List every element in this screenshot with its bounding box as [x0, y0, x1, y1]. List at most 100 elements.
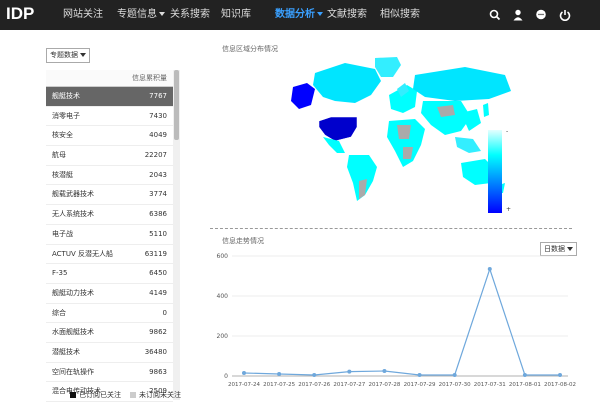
- table-row[interactable]: 核潜艇 2043: [46, 166, 173, 186]
- chevron-down-icon: [159, 12, 165, 16]
- map-russia[interactable]: [413, 67, 511, 101]
- map-greenland[interactable]: [375, 57, 401, 77]
- topic-name: 水面舰艇技术: [52, 328, 94, 337]
- scale-max-label: -: [506, 128, 509, 135]
- table-row[interactable]: 核安全 4049: [46, 126, 173, 147]
- x-tick-label: 2017-07-31: [474, 382, 506, 388]
- series-line: [243, 267, 560, 376]
- nav-topic-info[interactable]: 专题信息: [117, 0, 165, 30]
- topic-name: 消零电子: [52, 111, 80, 120]
- topic-data-dropdown[interactable]: 专题数据: [46, 48, 90, 63]
- map-canada[interactable]: [313, 63, 381, 103]
- user-icon[interactable]: [511, 8, 525, 22]
- table-row[interactable]: 综合 0: [46, 304, 173, 324]
- topic-name: 舰载武器技术: [52, 190, 94, 199]
- topic-name: 潜艇技术: [52, 347, 80, 356]
- section-divider: [210, 228, 572, 229]
- x-tick-label: 2017-08-02: [544, 382, 576, 388]
- data-point[interactable]: [558, 373, 562, 377]
- map-southeast-asia[interactable]: [455, 137, 481, 153]
- topic-table: 信息累积量 舰艇技术 7767 消零电子 7430 核安全 4049 航母 22207 核潜艇 2…: [46, 70, 173, 402]
- nav-similar-search[interactable]: 相似搜索: [380, 0, 420, 30]
- nav-knowledge-base[interactable]: 知识库: [221, 0, 251, 30]
- table-row[interactable]: ACTUV 反潜无人船 63119: [46, 245, 173, 265]
- world-map[interactable]: [285, 55, 515, 205]
- map-japan[interactable]: [483, 103, 489, 117]
- app-logo[interactable]: IDP: [6, 4, 34, 24]
- scrollbar-thumb[interactable]: [174, 70, 179, 140]
- topic-name: ACTUV 反潜无人船: [52, 249, 113, 258]
- table-row[interactable]: 电子战 5110: [46, 225, 173, 245]
- table-row[interactable]: 消零电子 7430: [46, 107, 173, 127]
- topic-count: 36480: [144, 347, 167, 356]
- topic-name: 核潜艇: [52, 170, 73, 179]
- chevron-down-icon: [80, 53, 86, 57]
- map-alaska[interactable]: [291, 83, 315, 109]
- y-tick-label: 200: [217, 333, 229, 340]
- nav-relation-search[interactable]: 关系搜索: [170, 0, 210, 30]
- column-header-accumulated: 信息累积量: [46, 70, 173, 87]
- map-color-scale: [488, 130, 502, 213]
- x-tick-label: 2017-07-30: [439, 382, 471, 388]
- trend-title: 信息走势情况: [222, 237, 264, 245]
- table-row[interactable]: 航母 22207: [46, 146, 173, 166]
- topic-count: 2043: [149, 170, 167, 179]
- top-nav-bar: IDP 网站关注 专题信息 关系搜索 知识库 数据分析 文献搜索 相似搜索: [0, 0, 600, 30]
- topic-name: F-35: [52, 269, 68, 278]
- topic-count: 7430: [149, 111, 167, 120]
- y-tick-label: 600: [217, 253, 229, 260]
- data-point[interactable]: [382, 369, 387, 373]
- data-point[interactable]: [312, 373, 317, 377]
- data-point[interactable]: [487, 267, 492, 271]
- data-point[interactable]: [417, 373, 422, 377]
- nav-data-analysis[interactable]: 数据分析: [275, 0, 323, 30]
- nav-website-follow[interactable]: 网站关注: [63, 0, 103, 30]
- table-row[interactable]: 潜艇技术 36480: [46, 343, 173, 363]
- x-tick-label: 2017-07-26: [298, 382, 330, 388]
- map-title: 信息区域分布情况: [222, 45, 278, 53]
- table-row[interactable]: 舰载武器技术 3774: [46, 185, 173, 206]
- topic-name: 舰艇动力技术: [52, 288, 94, 297]
- table-row[interactable]: F-35 6450: [46, 264, 173, 284]
- topic-count: 4049: [149, 131, 167, 140]
- topic-rows: 舰艇技术 7767 消零电子 7430 核安全 4049 航母 22207 核潜艇 2043 舰载武…: [46, 87, 173, 402]
- topic-name: 舰艇技术: [52, 92, 80, 100]
- legend-followed: 已订阅已关注: [70, 390, 121, 400]
- table-row[interactable]: 舰艇技术 7767: [46, 87, 173, 107]
- table-row[interactable]: 无人系统技术 6386: [46, 205, 173, 225]
- search-icon[interactable]: [488, 8, 502, 22]
- chat-icon[interactable]: [534, 8, 548, 22]
- data-point[interactable]: [277, 372, 282, 376]
- topic-count: 6386: [149, 210, 167, 219]
- map-usa[interactable]: [318, 116, 358, 142]
- topic-name: 电子战: [52, 229, 73, 238]
- legend-unfollowed: 未订阅未关注: [130, 390, 181, 400]
- topic-count: 7767: [149, 92, 167, 100]
- x-tick-label: 2017-07-25: [263, 382, 295, 388]
- topic-count: 9862: [149, 328, 167, 337]
- table-row[interactable]: 空间在轨操作 9863: [46, 363, 173, 383]
- topic-name: 核安全: [52, 131, 73, 140]
- data-point[interactable]: [522, 373, 527, 377]
- table-row[interactable]: 水面舰艇技术 9862: [46, 323, 173, 343]
- topic-count: 9863: [149, 367, 167, 376]
- topic-count: 5110: [149, 229, 167, 238]
- topic-count: 3774: [149, 190, 167, 199]
- nav-literature-search[interactable]: 文献搜索: [327, 0, 367, 30]
- legend-gray-swatch: [130, 392, 136, 398]
- data-point[interactable]: [452, 373, 457, 377]
- y-tick-label: 0: [224, 373, 228, 380]
- table-row[interactable]: 舰艇动力技术 4149: [46, 284, 173, 304]
- logout-icon[interactable]: [558, 8, 572, 22]
- table-scrollbar[interactable]: [173, 70, 180, 400]
- x-tick-label: 2017-07-29: [404, 382, 436, 388]
- data-point[interactable]: [347, 369, 352, 374]
- x-tick-label: 2017-08-01: [509, 382, 541, 388]
- x-tick-label: 2017-07-27: [333, 382, 365, 388]
- chevron-down-icon: [317, 12, 323, 16]
- trend-line-chart[interactable]: 0 200 400 600 2017-07-24 2017-07-25 2017-07-26…: [210, 248, 585, 398]
- data-point[interactable]: [242, 371, 246, 375]
- topic-name: 航母: [52, 151, 66, 160]
- topic-name: 综合: [52, 308, 66, 317]
- map-africa-gray-north[interactable]: [397, 125, 411, 139]
